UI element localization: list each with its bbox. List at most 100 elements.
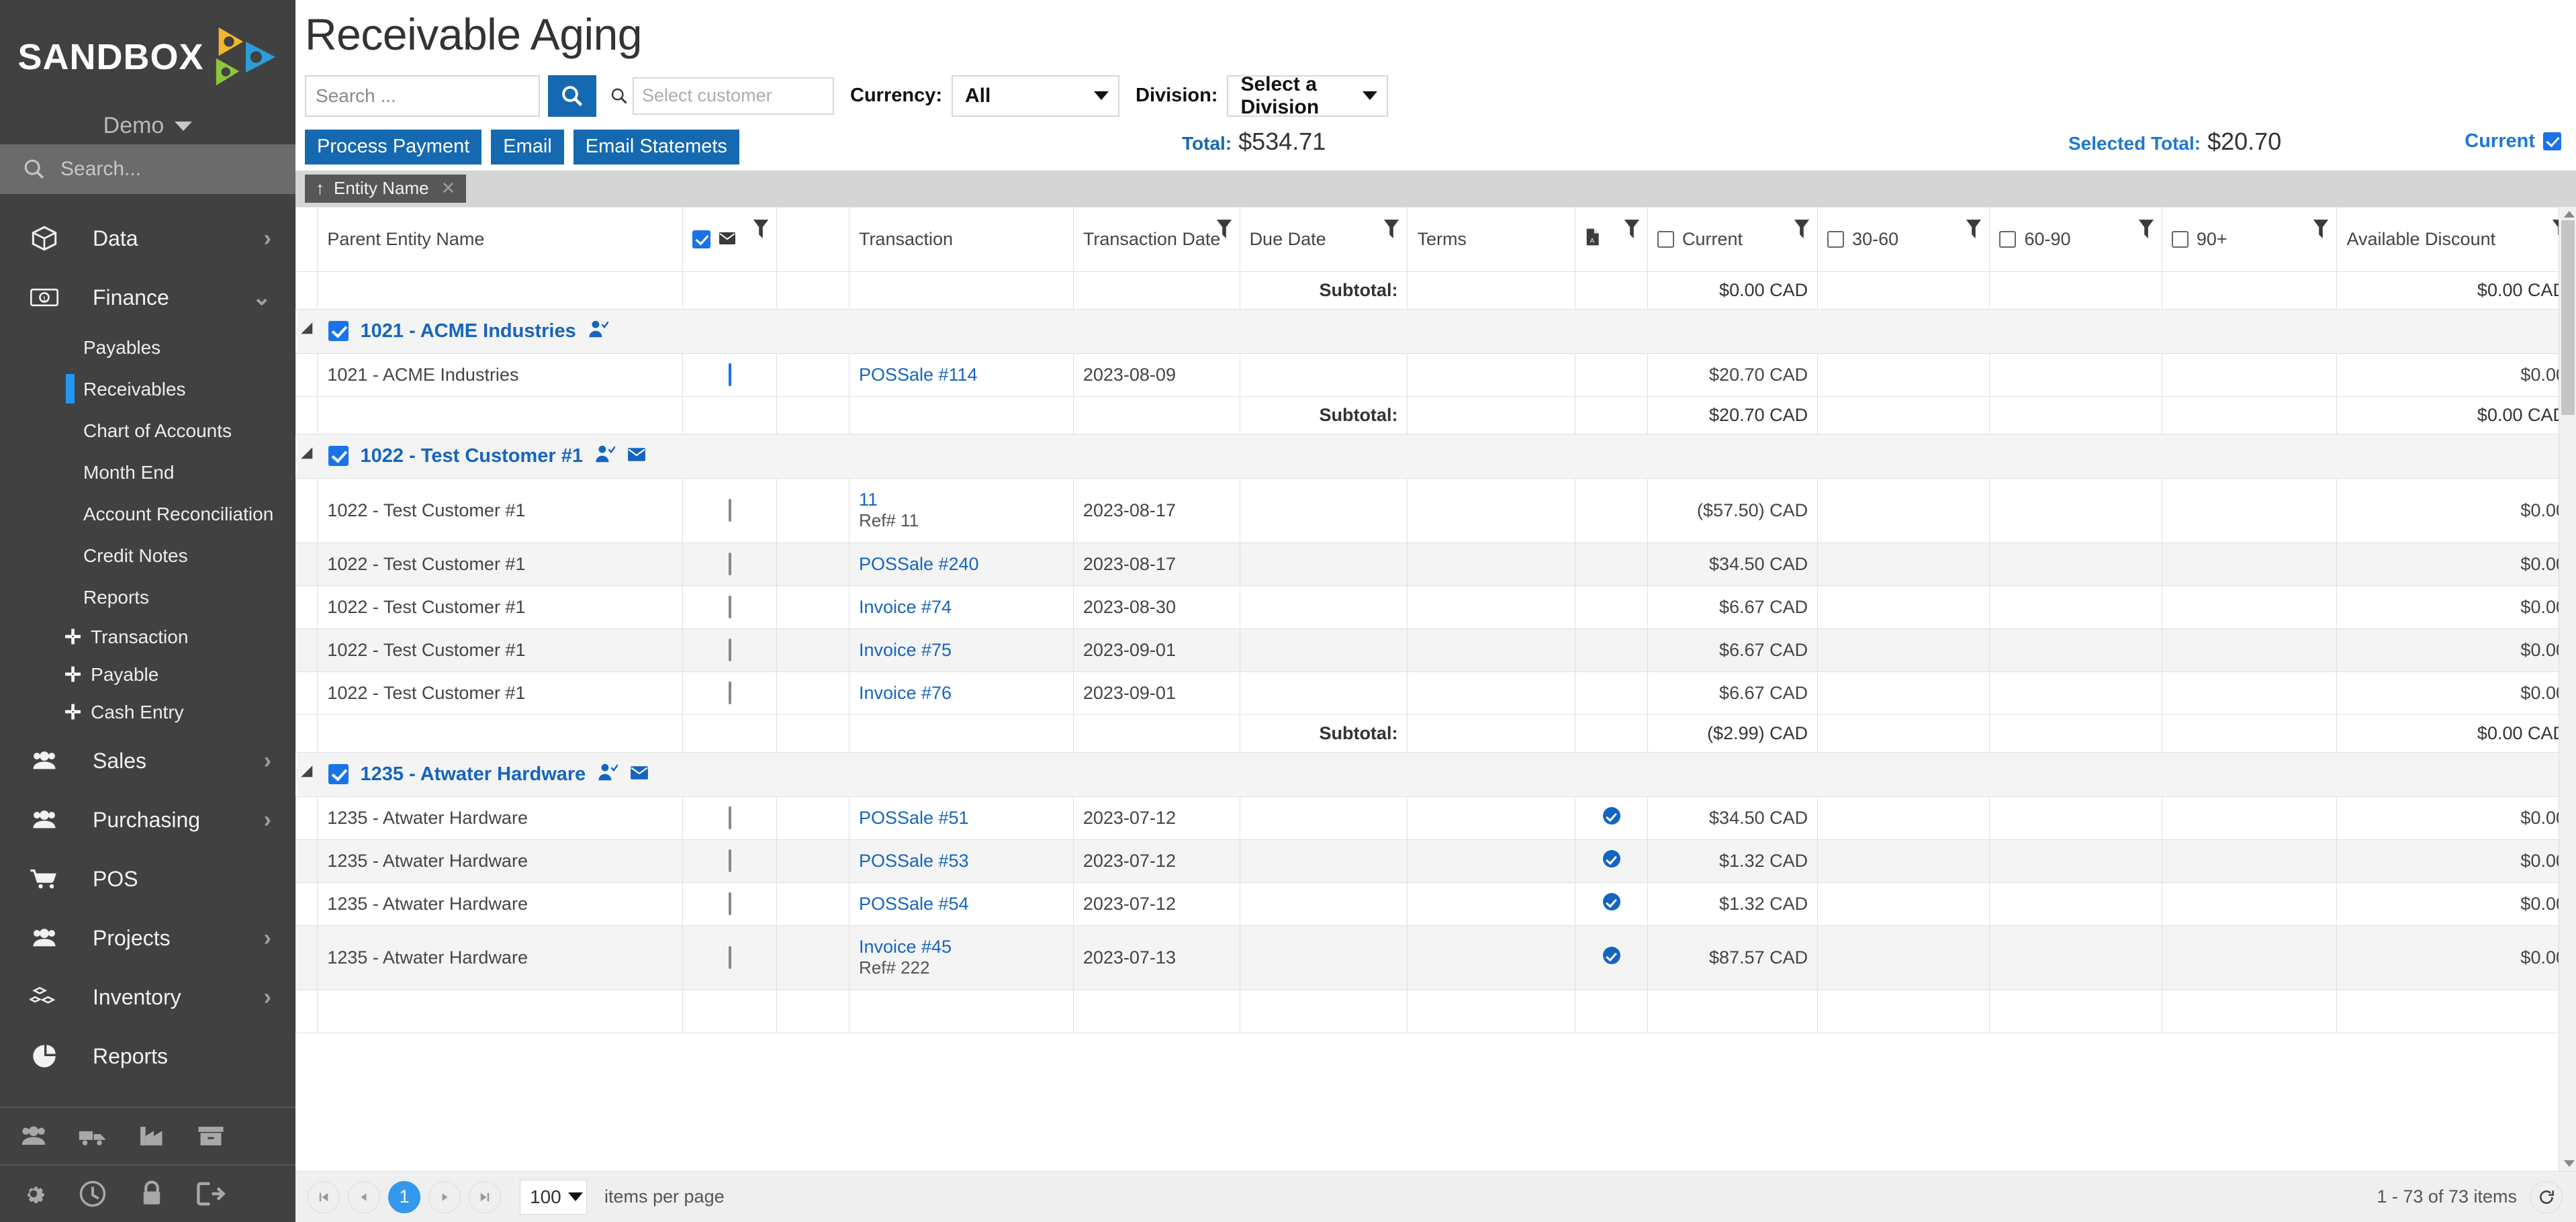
collapse-caret-icon[interactable]	[300, 765, 318, 784]
cell-transaction[interactable]: Invoice #76	[848, 671, 1074, 715]
factory-icon[interactable]	[122, 1125, 181, 1147]
select-all-checkbox[interactable]	[692, 230, 711, 248]
sidebar-item-pos[interactable]: POS	[0, 849, 295, 908]
current-toggle-checkbox[interactable]	[2543, 132, 2561, 150]
cell-transaction[interactable]: POSSale #51	[848, 796, 1074, 840]
group-name[interactable]: 1021 - ACME Industries	[361, 320, 576, 342]
cell-select[interactable]	[682, 352, 778, 397]
table-row[interactable]: 1235 - Atwater Hardware POSSale #54 2023…	[295, 882, 2576, 926]
cell-select[interactable]	[682, 796, 778, 840]
people-icon[interactable]	[4, 1125, 63, 1147]
scroll-up-arrow-icon[interactable]	[2564, 210, 2575, 218]
table-row[interactable]: 1022 - Test Customer #1 11 Ref# 11 2023-…	[295, 477, 2576, 543]
sidebar-action-add-transaction[interactable]: ✛ Transaction	[0, 618, 295, 656]
collapse-caret-icon[interactable]	[300, 447, 318, 465]
transaction-link[interactable]: Invoice #74	[859, 597, 952, 617]
th-transaction[interactable]: Transaction	[848, 206, 1074, 272]
table-row[interactable]: 1235 - Atwater Hardware POSSale #51 2023…	[295, 796, 2576, 840]
envelope-icon[interactable]	[630, 764, 649, 785]
process-payment-button[interactable]: Process Payment	[305, 129, 482, 164]
cell-select[interactable]	[682, 671, 778, 715]
pdf-available-icon[interactable]	[1602, 806, 1620, 825]
envelope-icon[interactable]	[627, 446, 646, 467]
filter-icon[interactable]	[2137, 218, 2155, 246]
search-input[interactable]: Search ...	[305, 75, 540, 117]
cell-transaction[interactable]: POSSale #53	[848, 839, 1074, 883]
tenant-selector[interactable]: Demo	[0, 107, 295, 144]
d60-column-checkbox[interactable]	[1999, 230, 2017, 248]
filter-icon[interactable]	[1383, 218, 1400, 246]
person-check-icon[interactable]	[588, 320, 609, 343]
last-page-button[interactable]	[469, 1180, 501, 1213]
cell-transaction[interactable]: POSSale #114	[848, 352, 1074, 397]
pdf-available-icon[interactable]	[1602, 892, 1620, 910]
th-terms[interactable]: Terms	[1407, 206, 1576, 272]
group-header-row[interactable]: 1022 - Test Customer #1	[295, 433, 2576, 479]
cell-transaction[interactable]: POSSale #54	[848, 882, 1074, 926]
currency-select[interactable]: All	[952, 75, 1119, 117]
cell-pdf[interactable]	[1575, 839, 1649, 883]
row-checkbox[interactable]	[728, 638, 731, 661]
group-checkbox[interactable]	[328, 446, 349, 467]
table-row[interactable]: 1235 - Atwater Hardware Invoice #45 Ref#…	[295, 925, 2576, 990]
table-row[interactable]: 1235 - Atwater Hardware POSSale #53 2023…	[295, 839, 2576, 883]
filter-icon[interactable]	[1793, 218, 1810, 246]
transaction-link[interactable]: POSSale #51	[859, 808, 969, 828]
group-chip-entity-name[interactable]: ↑ Entity Name ✕	[305, 174, 467, 203]
search-button[interactable]	[548, 75, 596, 117]
filter-icon[interactable]	[1623, 218, 1641, 246]
transaction-link[interactable]: POSSale #114	[859, 365, 978, 385]
sidebar-action-add-cash-entry[interactable]: ✛ Cash Entry	[0, 694, 295, 731]
transaction-link[interactable]: Invoice #76	[859, 683, 952, 703]
cell-pdf[interactable]	[1575, 925, 1649, 990]
customer-select-input[interactable]: Select customer	[633, 77, 834, 115]
group-name[interactable]: 1235 - Atwater Hardware	[361, 763, 586, 786]
grid-vertical-scrollbar[interactable]	[2559, 206, 2576, 1171]
cell-transaction[interactable]: 11 Ref# 11	[848, 477, 1074, 543]
collapse-caret-icon[interactable]	[300, 322, 318, 340]
filter-icon[interactable]	[1215, 218, 1233, 246]
cell-select[interactable]	[682, 585, 778, 629]
division-select[interactable]: Select a Division	[1227, 73, 1389, 118]
email-button[interactable]: Email	[491, 129, 564, 164]
th-current[interactable]: Current	[1647, 206, 1819, 272]
person-check-icon[interactable]	[595, 444, 616, 468]
table-row[interactable]: 1022 - Test Customer #1 POSSale #240 202…	[295, 542, 2576, 586]
d90-column-checkbox[interactable]	[2171, 230, 2189, 248]
sidebar-item-chart-of-accounts[interactable]: Chart of Accounts	[0, 410, 295, 452]
cell-pdf[interactable]	[1575, 882, 1649, 926]
brand-logo-area[interactable]: SANDBOX	[0, 0, 295, 107]
sidebar-item-credit-notes[interactable]: Credit Notes	[0, 535, 295, 577]
sidebar-item-purchasing[interactable]: Purchasing ›	[0, 790, 295, 849]
th-available-discount[interactable]: Available Discount	[2336, 206, 2576, 272]
transaction-link[interactable]: POSSale #240	[859, 554, 979, 574]
transaction-link[interactable]: POSSale #53	[859, 851, 969, 871]
person-check-icon[interactable]	[598, 763, 619, 786]
cell-transaction[interactable]: Invoice #74	[848, 585, 1074, 629]
filter-icon[interactable]	[2312, 218, 2330, 246]
sidebar-item-sales[interactable]: Sales ›	[0, 731, 295, 790]
th-parent-entity-name[interactable]: Parent Entity Name	[317, 206, 684, 272]
cell-select[interactable]	[682, 542, 778, 586]
page-number-button[interactable]: 1	[388, 1180, 420, 1213]
row-checkbox[interactable]	[728, 498, 731, 522]
transaction-link[interactable]: Invoice #75	[859, 640, 952, 660]
email-statements-button[interactable]: Email Statemets	[573, 129, 739, 164]
cell-transaction[interactable]: POSSale #240	[848, 542, 1074, 586]
cell-select[interactable]	[682, 839, 778, 883]
cell-select[interactable]	[682, 628, 778, 672]
th-60-90[interactable]: 60-90	[1989, 206, 2162, 272]
row-checkbox[interactable]	[728, 552, 731, 575]
pdf-available-icon[interactable]	[1602, 849, 1620, 867]
th-30-60[interactable]: 30-60	[1817, 206, 1990, 272]
row-checkbox[interactable]	[728, 849, 731, 872]
group-checkbox[interactable]	[328, 764, 349, 785]
group-header-row[interactable]: 1021 - ACME Industries	[295, 308, 2576, 354]
filter-icon[interactable]	[752, 218, 770, 246]
sidebar-item-data[interactable]: Data ›	[0, 209, 295, 268]
transaction-link[interactable]: 11	[859, 489, 1064, 510]
previous-page-button[interactable]	[348, 1180, 380, 1213]
d30-column-checkbox[interactable]	[1827, 230, 1845, 248]
row-checkbox[interactable]	[728, 681, 731, 704]
sidebar-item-inventory[interactable]: Inventory ›	[0, 968, 295, 1027]
